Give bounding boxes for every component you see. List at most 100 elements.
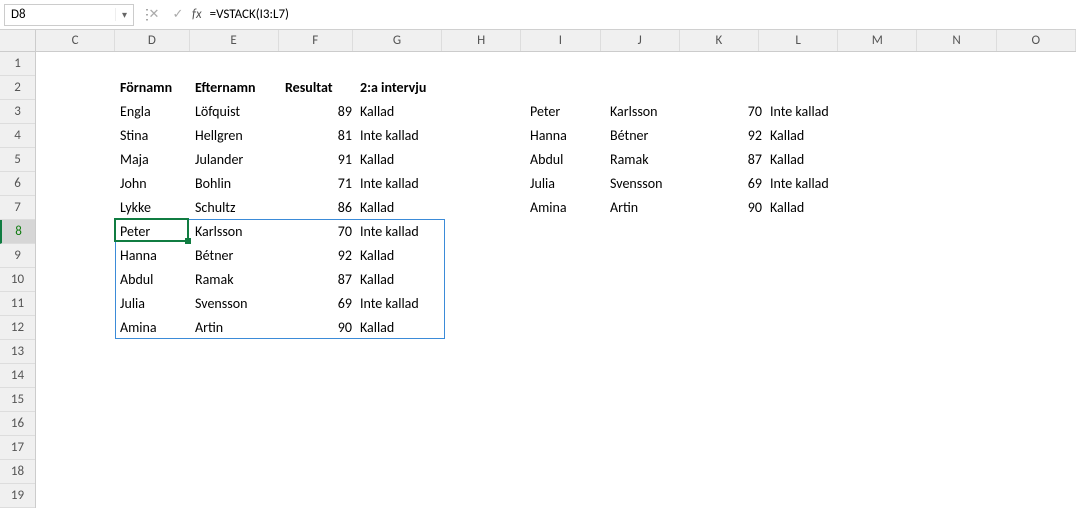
column-header-N[interactable]: N <box>917 30 996 51</box>
row-header-13[interactable]: 13 <box>0 340 35 364</box>
cell-K5[interactable]: 87 <box>686 148 766 172</box>
column-header-H[interactable]: H <box>442 30 521 51</box>
cell-E2[interactable]: Efternamn <box>191 76 281 100</box>
cell-E11[interactable]: Svensson <box>191 292 281 316</box>
cell-F8[interactable]: 70 <box>281 220 356 244</box>
cancel-icon[interactable]: ✕ <box>142 4 166 26</box>
cell-D6[interactable]: John <box>116 172 191 196</box>
cell-D2[interactable]: Förnamn <box>116 76 191 100</box>
cell-E10[interactable]: Ramak <box>191 268 281 292</box>
row-header-19[interactable]: 19 <box>0 484 35 508</box>
row-header-15[interactable]: 15 <box>0 388 35 412</box>
row-header-17[interactable]: 17 <box>0 436 35 460</box>
chevron-down-icon[interactable]: ▾ <box>115 8 133 21</box>
row-header-2[interactable]: 2 <box>0 76 35 100</box>
cell-F10[interactable]: 87 <box>281 268 356 292</box>
row-header-12[interactable]: 12 <box>0 316 35 340</box>
cell-F4[interactable]: 81 <box>281 124 356 148</box>
row-header-14[interactable]: 14 <box>0 364 35 388</box>
cell-E7[interactable]: Schultz <box>191 196 281 220</box>
cell-J6[interactable]: Svensson <box>606 172 686 196</box>
check-icon[interactable]: ✓ <box>166 4 190 26</box>
cell-F3[interactable]: 89 <box>281 100 356 124</box>
cell-D4[interactable]: Stina <box>116 124 191 148</box>
cell-K4[interactable]: 92 <box>686 124 766 148</box>
cell-I5[interactable]: Abdul <box>526 148 606 172</box>
cell-D7[interactable]: Lykke <box>116 196 191 220</box>
cell-G12[interactable]: Kallad <box>356 316 446 340</box>
cell-L3[interactable]: Inte kallad <box>766 100 846 124</box>
cell-J4[interactable]: Bétner <box>606 124 686 148</box>
cell-F11[interactable]: 69 <box>281 292 356 316</box>
cell-D9[interactable]: Hanna <box>116 244 191 268</box>
cell-E6[interactable]: Bohlin <box>191 172 281 196</box>
cell-L5[interactable]: Kallad <box>766 148 846 172</box>
cell-J7[interactable]: Artin <box>606 196 686 220</box>
cell-G9[interactable]: Kallad <box>356 244 446 268</box>
cell-L4[interactable]: Kallad <box>766 124 846 148</box>
cell-E3[interactable]: Löfquist <box>191 100 281 124</box>
cell-E8[interactable]: Karlsson <box>191 220 281 244</box>
cell-G3[interactable]: Kallad <box>356 100 446 124</box>
row-header-8[interactable]: 8 <box>0 220 35 244</box>
cell-F9[interactable]: 92 <box>281 244 356 268</box>
column-header-C[interactable]: C <box>36 30 115 51</box>
row-header-6[interactable]: 6 <box>0 172 35 196</box>
cell-E12[interactable]: Artin <box>191 316 281 340</box>
name-box[interactable]: D8 ▾ <box>4 4 134 26</box>
cell-E5[interactable]: Julander <box>191 148 281 172</box>
cell-G6[interactable]: Inte kallad <box>356 172 446 196</box>
cell-L7[interactable]: Kallad <box>766 196 846 220</box>
cell-F6[interactable]: 71 <box>281 172 356 196</box>
row-header-7[interactable]: 7 <box>0 196 35 220</box>
column-header-K[interactable]: K <box>680 30 759 51</box>
column-header-L[interactable]: L <box>759 30 838 51</box>
cell-J3[interactable]: Karlsson <box>606 100 686 124</box>
cell-I7[interactable]: Amina <box>526 196 606 220</box>
cell-E4[interactable]: Hellgren <box>191 124 281 148</box>
cell-D12[interactable]: Amina <box>116 316 191 340</box>
cell-G10[interactable]: Kallad <box>356 268 446 292</box>
cell-K3[interactable]: 70 <box>686 100 766 124</box>
cell-I6[interactable]: Julia <box>526 172 606 196</box>
column-header-I[interactable]: I <box>521 30 600 51</box>
spreadsheet-grid[interactable]: CDEFGHIJKLMNO 12345678910111213141516171… <box>0 30 1076 525</box>
row-header-3[interactable]: 3 <box>0 100 35 124</box>
cell-G4[interactable]: Inte kallad <box>356 124 446 148</box>
cell-F5[interactable]: 91 <box>281 148 356 172</box>
row-header-9[interactable]: 9 <box>0 244 35 268</box>
cell-G11[interactable]: Inte kallad <box>356 292 446 316</box>
column-header-J[interactable]: J <box>601 30 680 51</box>
cell-D3[interactable]: Engla <box>116 100 191 124</box>
cell-D5[interactable]: Maja <box>116 148 191 172</box>
column-header-M[interactable]: M <box>838 30 917 51</box>
cell-G7[interactable]: Kallad <box>356 196 446 220</box>
cell-L6[interactable]: Inte kallad <box>766 172 846 196</box>
cell-E9[interactable]: Bétner <box>191 244 281 268</box>
column-header-G[interactable]: G <box>353 30 442 51</box>
column-header-E[interactable]: E <box>190 30 279 51</box>
cell-D10[interactable]: Abdul <box>116 268 191 292</box>
cell-K6[interactable]: 69 <box>686 172 766 196</box>
cell-D11[interactable]: Julia <box>116 292 191 316</box>
cell-I4[interactable]: Hanna <box>526 124 606 148</box>
column-header-F[interactable]: F <box>279 30 353 51</box>
cell-F7[interactable]: 86 <box>281 196 356 220</box>
row-header-10[interactable]: 10 <box>0 268 35 292</box>
formula-input[interactable] <box>206 4 1076 26</box>
cell-I3[interactable]: Peter <box>526 100 606 124</box>
row-header-18[interactable]: 18 <box>0 460 35 484</box>
column-header-D[interactable]: D <box>115 30 189 51</box>
cell-D8[interactable]: Peter <box>116 220 191 244</box>
cell-G5[interactable]: Kallad <box>356 148 446 172</box>
cell-G2[interactable]: 2:a intervju <box>356 76 446 100</box>
row-header-11[interactable]: 11 <box>0 292 35 316</box>
row-header-4[interactable]: 4 <box>0 124 35 148</box>
fx-icon[interactable]: fx <box>190 7 206 22</box>
column-header-O[interactable]: O <box>997 30 1076 51</box>
cell-F12[interactable]: 90 <box>281 316 356 340</box>
cell-G8[interactable]: Inte kallad <box>356 220 446 244</box>
row-header-1[interactable]: 1 <box>0 52 35 76</box>
cell-F2[interactable]: Resultat <box>281 76 356 100</box>
row-header-16[interactable]: 16 <box>0 412 35 436</box>
